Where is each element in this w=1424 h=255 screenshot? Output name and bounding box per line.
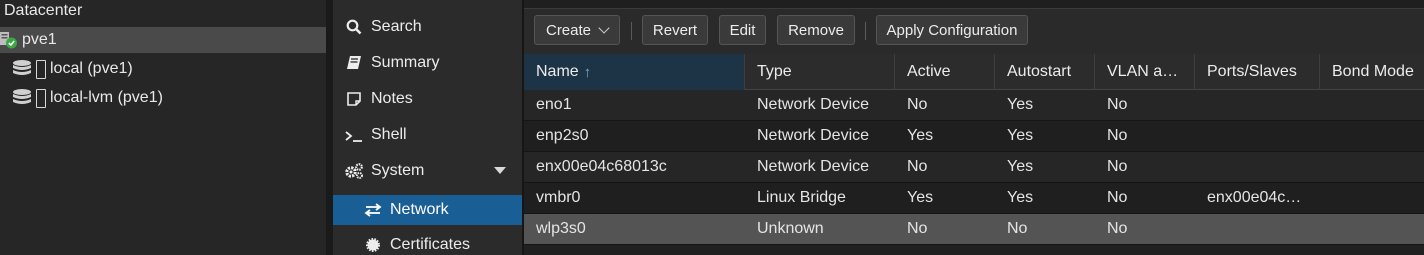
apply-configuration-button[interactable]: Apply Configuration: [876, 15, 1028, 45]
table-cell: eno1: [536, 96, 572, 113]
column-header-type[interactable]: Type: [745, 54, 895, 90]
table-cell: No: [1007, 220, 1028, 237]
table-cell: No: [1107, 189, 1128, 206]
certificate-icon: [363, 235, 383, 255]
page-icon: [36, 88, 46, 108]
table-cell: enp2s0: [536, 127, 589, 144]
table-cell: Network Device: [757, 158, 870, 175]
terminal-icon: [344, 125, 364, 145]
nav-item-label: Certificates: [390, 236, 471, 253]
page-icon: [36, 59, 46, 79]
table-cell: enx00e04c68013c: [536, 158, 667, 175]
gears-icon: [344, 161, 364, 181]
table-row[interactable]: vmbr0 Linux Bridge Yes Yes No enx00e04c…: [524, 183, 1424, 214]
table-cell: [1320, 121, 1424, 151]
column-header-label: Name: [536, 63, 579, 80]
nav-item-label: System: [371, 162, 425, 179]
splitter[interactable]: [326, 0, 333, 255]
create-button[interactable]: Create: [534, 15, 620, 45]
network-toolbar: Create Revert Edit Remove Apply Configur…: [524, 8, 1424, 54]
nav-item-system[interactable]: System: [333, 156, 522, 186]
table-cell: Yes: [1007, 96, 1034, 113]
nav-item-notes[interactable]: Notes: [333, 84, 522, 114]
column-header-vlan-aware[interactable]: VLAN a…: [1095, 54, 1195, 90]
table-cell: Network Device: [757, 127, 870, 144]
table-cell: [1320, 183, 1424, 213]
search-icon: [344, 17, 364, 37]
nav-item-shell[interactable]: Shell: [333, 120, 522, 150]
column-header-ports-slaves[interactable]: Ports/Slaves: [1195, 54, 1320, 90]
collapse-caret-icon[interactable]: [494, 167, 506, 174]
table-cell: [1320, 90, 1424, 120]
column-header-autostart[interactable]: Autostart: [995, 54, 1095, 90]
nav-item-summary[interactable]: Summary: [333, 48, 522, 78]
table-cell: [1195, 214, 1320, 244]
grid-header: Name ↑ Type Active Autostart VLAN a… Por…: [524, 54, 1424, 90]
tree-item-label: local-lvm (pve1): [50, 89, 163, 106]
table-cell: Yes: [907, 189, 934, 206]
table-cell: vmbr0: [536, 189, 581, 206]
table-cell: [1320, 214, 1424, 244]
column-header-active[interactable]: Active: [895, 54, 995, 90]
nav-item-network[interactable]: Network: [333, 195, 522, 225]
nav-item-label: Network: [390, 201, 449, 218]
resource-tree: Datacenter pve1 local (pve1) local-lvm (…: [0, 0, 326, 255]
table-row[interactable]: enx00e04c68013c Network Device No Yes No: [524, 152, 1424, 183]
table-row[interactable]: wlp3s0 Unknown No No No: [524, 214, 1424, 245]
nav-item-certificates[interactable]: Certificates: [333, 230, 522, 255]
note-icon: [344, 89, 364, 109]
table-cell: No: [1107, 127, 1128, 144]
nav-item-label: Summary: [371, 54, 440, 71]
exchange-icon: [363, 200, 383, 220]
sort-ascending-icon: ↑: [583, 63, 592, 81]
toolbar-separator: [631, 22, 632, 40]
table-cell: Linux Bridge: [757, 189, 846, 206]
chevron-down-icon: [598, 22, 610, 34]
table-cell: Unknown: [757, 220, 824, 237]
revert-button[interactable]: Revert: [642, 15, 708, 45]
node-online-icon: [0, 31, 18, 49]
table-cell: [1195, 90, 1320, 120]
storage-icon: [12, 88, 34, 108]
nav-item-label: Shell: [371, 126, 407, 143]
tree-root-datacenter[interactable]: Datacenter: [4, 2, 82, 20]
table-cell: No: [907, 220, 928, 237]
remove-button[interactable]: Remove: [777, 15, 855, 45]
table-cell: enx00e04c…: [1207, 189, 1302, 206]
table-cell: No: [907, 96, 928, 113]
storage-icon: [12, 59, 34, 79]
tree-item-label: local (pve1): [50, 60, 133, 77]
book-icon: [344, 53, 364, 73]
toolbar-separator: [865, 22, 866, 40]
network-grid: Name ↑ Type Active Autostart VLAN a… Por…: [524, 54, 1424, 255]
node-nav-menu: Search Summary Notes Shell System Networ…: [333, 0, 522, 255]
table-cell: Yes: [907, 127, 934, 144]
tree-item-pve1[interactable]: pve1: [0, 27, 326, 53]
table-cell: [1195, 121, 1320, 151]
create-button-label: Create: [545, 21, 592, 39]
table-cell: wlp3s0: [536, 220, 586, 237]
table-cell: No: [1107, 220, 1128, 237]
nav-item-label: Notes: [371, 90, 413, 107]
table-cell: No: [907, 158, 928, 175]
tree-item-label: pve1: [22, 31, 57, 48]
nav-item-search[interactable]: Search: [333, 12, 522, 42]
column-header-name[interactable]: Name ↑: [524, 54, 745, 90]
table-cell: Yes: [1007, 127, 1034, 144]
tree-item-local[interactable]: local (pve1): [0, 56, 326, 82]
table-cell: Network Device: [757, 96, 870, 113]
column-header-bond-mode[interactable]: Bond Mode: [1320, 54, 1424, 90]
table-cell: No: [1107, 96, 1128, 113]
table-row[interactable]: eno1 Network Device No Yes No: [524, 90, 1424, 121]
table-cell: Yes: [1007, 189, 1034, 206]
table-cell: [1320, 152, 1424, 182]
edit-button[interactable]: Edit: [719, 15, 766, 45]
nav-item-label: Search: [371, 18, 422, 35]
table-cell: Yes: [1007, 158, 1034, 175]
table-row[interactable]: enp2s0 Network Device Yes Yes No: [524, 121, 1424, 152]
table-cell: No: [1107, 158, 1128, 175]
table-cell: [1195, 152, 1320, 182]
tree-item-local-lvm[interactable]: local-lvm (pve1): [0, 85, 326, 111]
